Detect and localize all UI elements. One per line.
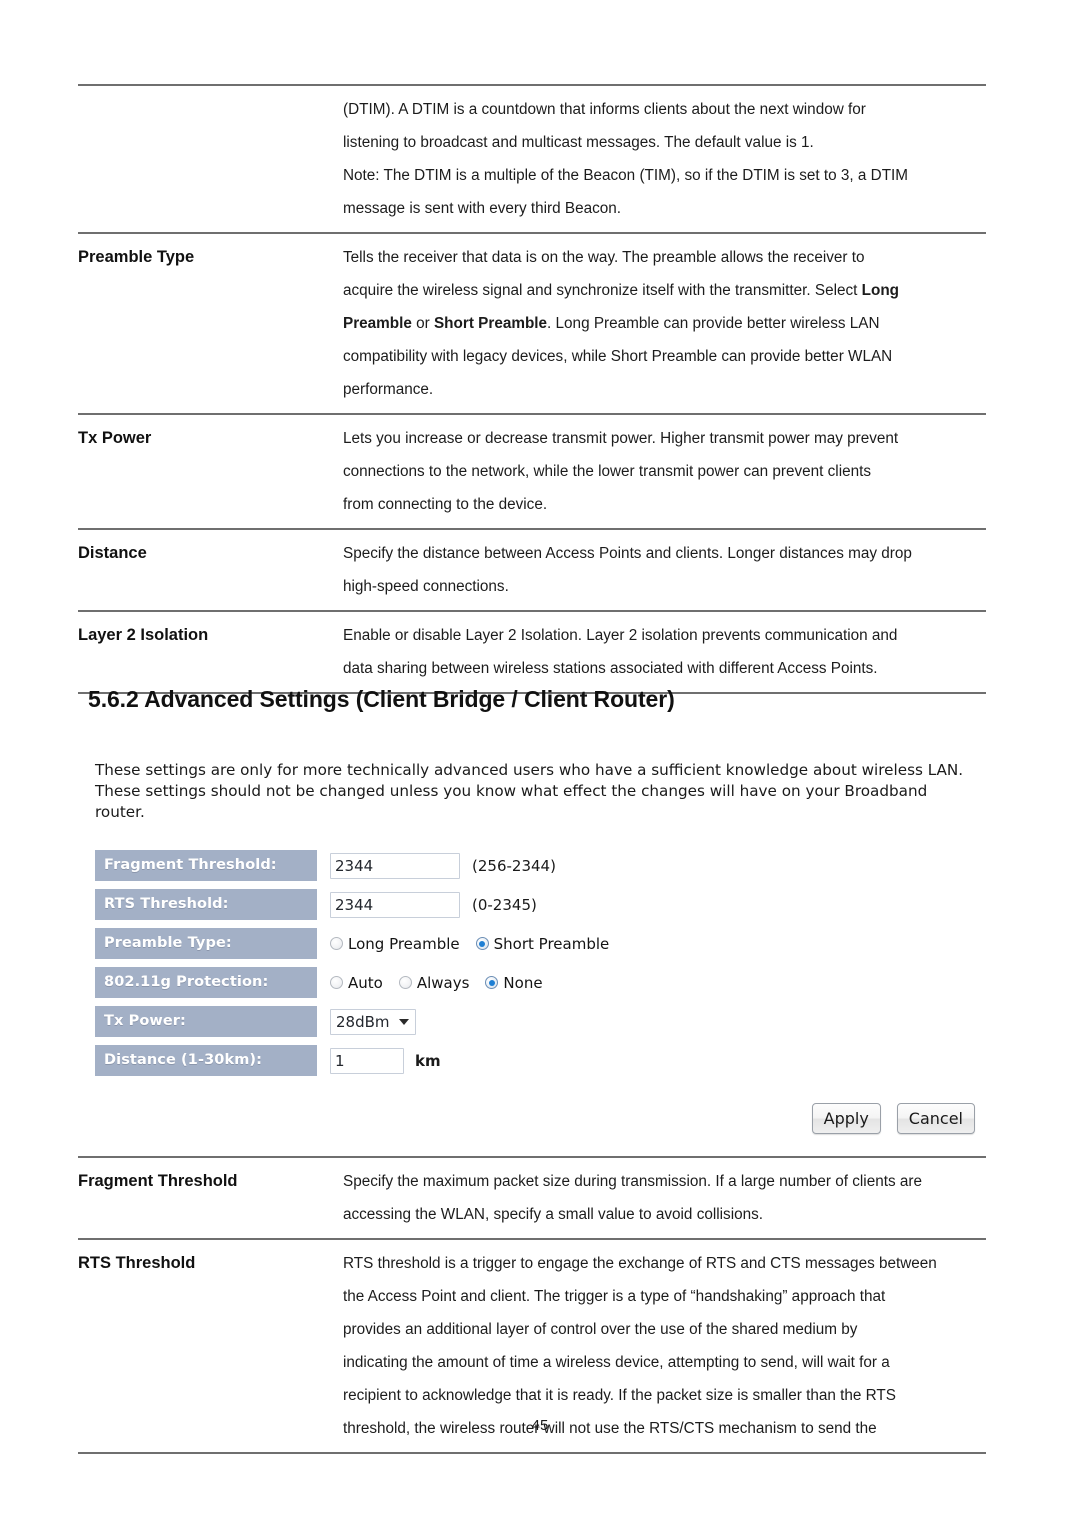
rts-threshold-hint: (0-2345) xyxy=(472,895,537,914)
description-line: from connecting to the device. xyxy=(343,496,548,513)
table-row-description: Tells the receiver that data is on the w… xyxy=(343,234,986,413)
form-row-distance: Distance (1-30km): km xyxy=(95,1044,985,1077)
radio-option-label: None xyxy=(503,973,543,992)
fragment-threshold-hint: (256-2344) xyxy=(472,856,556,875)
panel-intro-text: These settings are only for more technic… xyxy=(95,761,964,821)
description-line: Note: The DTIM is a multiple of the Beac… xyxy=(343,167,909,184)
preamble-type-label: Preamble Type: xyxy=(95,928,317,959)
fragment-threshold-label: Fragment Threshold: xyxy=(95,850,317,881)
distance-unit-label: km xyxy=(415,1051,441,1070)
fragment-threshold-input[interactable] xyxy=(330,852,460,879)
section-heading: 5.6.2 Advanced Settings (Client Bridge /… xyxy=(88,686,675,712)
rts-threshold-control: (0-2345) xyxy=(317,891,985,918)
table-row-term xyxy=(78,86,343,100)
description-line: data sharing between wireless stations a… xyxy=(343,660,878,677)
radio-unchecked-icon[interactable] xyxy=(330,937,343,950)
protection-11g-option-always[interactable]: Always xyxy=(398,973,470,992)
distance-input[interactable] xyxy=(330,1047,404,1074)
table-row-term: Tx Power xyxy=(78,429,152,447)
table-row-term: RTS Threshold xyxy=(78,1254,196,1272)
document-page: (DTIM). A DTIM is a countdown that infor… xyxy=(0,0,1080,1527)
form-row-11g-protection: 802.11g Protection: Auto Always None xyxy=(95,966,985,999)
protection-11g-option-none[interactable]: None xyxy=(485,973,543,992)
radio-option-label: Always xyxy=(416,973,470,992)
table-row-description: Enable or disable Layer 2 Isolation. Lay… xyxy=(343,612,986,692)
preamble-type-control: Long Preamble Short Preamble xyxy=(317,935,985,953)
form-row-fragment-threshold: Fragment Threshold: (256-2344) xyxy=(95,849,985,882)
table-rule xyxy=(78,1452,986,1454)
page-number: 45 xyxy=(531,1417,549,1434)
form-row-tx-power: Tx Power: 28dBm xyxy=(95,1005,985,1038)
table-row: (DTIM). A DTIM is a countdown that infor… xyxy=(78,86,986,232)
radio-unchecked-icon[interactable] xyxy=(398,976,412,989)
tx-power-control: 28dBm xyxy=(317,1008,985,1035)
protection-11g-radio-group: Auto Always None xyxy=(330,974,559,992)
description-line: recipient to acknowledge that it is read… xyxy=(343,1387,896,1404)
description-line: provides an additional layer of control … xyxy=(343,1321,858,1338)
description-line: acquire the wireless signal and synchron… xyxy=(343,282,900,299)
description-line: Preamble or Short Preamble. Long Preambl… xyxy=(343,315,880,332)
table-row-term: Fragment Threshold xyxy=(78,1172,238,1190)
table-row-description: (DTIM). A DTIM is a countdown that infor… xyxy=(343,86,986,232)
table-row-description: Specify the distance between Access Poin… xyxy=(343,530,986,610)
description-line: Specify the distance between Access Poin… xyxy=(343,545,912,562)
rts-threshold-label: RTS Threshold: xyxy=(95,889,317,920)
table-row: Distance Specify the distance between Acc… xyxy=(78,530,986,610)
apply-button[interactable]: Apply xyxy=(811,1103,881,1134)
form-row-preamble-type: Preamble Type: Long Preamble Short Preamb… xyxy=(95,927,985,960)
radio-unchecked-icon[interactable] xyxy=(330,976,343,989)
description-line: Lets you increase or decrease transmit p… xyxy=(343,430,899,447)
distance-control: km xyxy=(317,1047,985,1074)
fragment-threshold-control: (256-2344) xyxy=(317,852,985,879)
cancel-button[interactable]: Cancel xyxy=(896,1103,975,1134)
radio-checked-icon[interactable] xyxy=(485,976,499,989)
description-line: Specify the maximum packet size during t… xyxy=(343,1173,922,1190)
tx-power-label: Tx Power: xyxy=(95,1006,317,1037)
form-row-rts-threshold: RTS Threshold: (0-2345) xyxy=(95,888,985,921)
description-line: (DTIM). A DTIM is a countdown that infor… xyxy=(343,101,866,118)
table-row-term: Preamble Type xyxy=(78,248,195,266)
advanced-settings-form: Fragment Threshold: (256-2344) RTS Thres… xyxy=(95,849,985,1077)
preamble-type-option-short-preamble[interactable]: Short Preamble xyxy=(475,934,610,953)
description-line: connections to the network, while the lo… xyxy=(343,463,872,480)
preamble-type-radio-group: Long Preamble Short Preamble xyxy=(330,935,625,953)
description-line: Enable or disable Layer 2 Isolation. Lay… xyxy=(343,627,898,644)
settings-description-table-top: (DTIM). A DTIM is a countdown that infor… xyxy=(78,84,986,694)
rts-threshold-input[interactable] xyxy=(330,891,460,918)
table-row-term: Layer 2 Isolation xyxy=(78,626,209,644)
description-line: Tells the receiver that data is on the w… xyxy=(343,249,865,266)
settings-description-table-bottom: Fragment Threshold Specify the maximum pa… xyxy=(78,1156,986,1454)
description-line: the Access Point and client. The trigger… xyxy=(343,1288,886,1305)
protection-11g-control: Auto Always None xyxy=(317,974,985,992)
description-line: listening to broadcast and multicast mes… xyxy=(343,134,814,151)
table-row: Layer 2 Isolation Enable or disable Layer… xyxy=(78,612,986,692)
protection-11g-label: 802.11g Protection: xyxy=(95,967,317,998)
table-row: Preamble Type Tells the receiver that dat… xyxy=(78,234,986,413)
description-line: high-speed connections. xyxy=(343,578,509,595)
description-line: message is sent with every third Beacon. xyxy=(343,200,622,217)
table-row-description: Specify the maximum packet size during t… xyxy=(343,1158,986,1238)
router-advanced-settings-panel: These settings are only for more technic… xyxy=(95,760,985,1134)
table-row-description: Lets you increase or decrease transmit p… xyxy=(343,415,986,528)
radio-option-label: Short Preamble xyxy=(493,934,610,953)
description-line: compatibility with legacy devices, while… xyxy=(343,348,893,365)
tx-power-selected-value: 28dBm xyxy=(336,1012,390,1031)
preamble-type-option-long-preamble[interactable]: Long Preamble xyxy=(330,935,460,953)
chevron-down-icon xyxy=(398,1018,409,1025)
protection-11g-option-auto[interactable]: Auto xyxy=(330,974,383,992)
radio-option-label: Long Preamble xyxy=(348,934,460,953)
radio-option-label: Auto xyxy=(348,973,383,992)
description-line: accessing the WLAN, specify a small valu… xyxy=(343,1206,763,1223)
description-line: indicating the amount of time a wireless… xyxy=(343,1354,890,1371)
table-row: Fragment Threshold Specify the maximum pa… xyxy=(78,1158,986,1238)
form-button-bar: Apply Cancel xyxy=(95,1103,985,1134)
table-row-term: Distance xyxy=(78,544,147,562)
radio-checked-icon[interactable] xyxy=(475,937,489,950)
tx-power-select[interactable]: 28dBm xyxy=(330,1008,416,1035)
distance-label: Distance (1-30km): xyxy=(95,1045,317,1076)
table-row: Tx Power Lets you increase or decrease tr… xyxy=(78,415,986,528)
description-line: performance. xyxy=(343,381,434,398)
description-line: RTS threshold is a trigger to engage the… xyxy=(343,1255,937,1272)
